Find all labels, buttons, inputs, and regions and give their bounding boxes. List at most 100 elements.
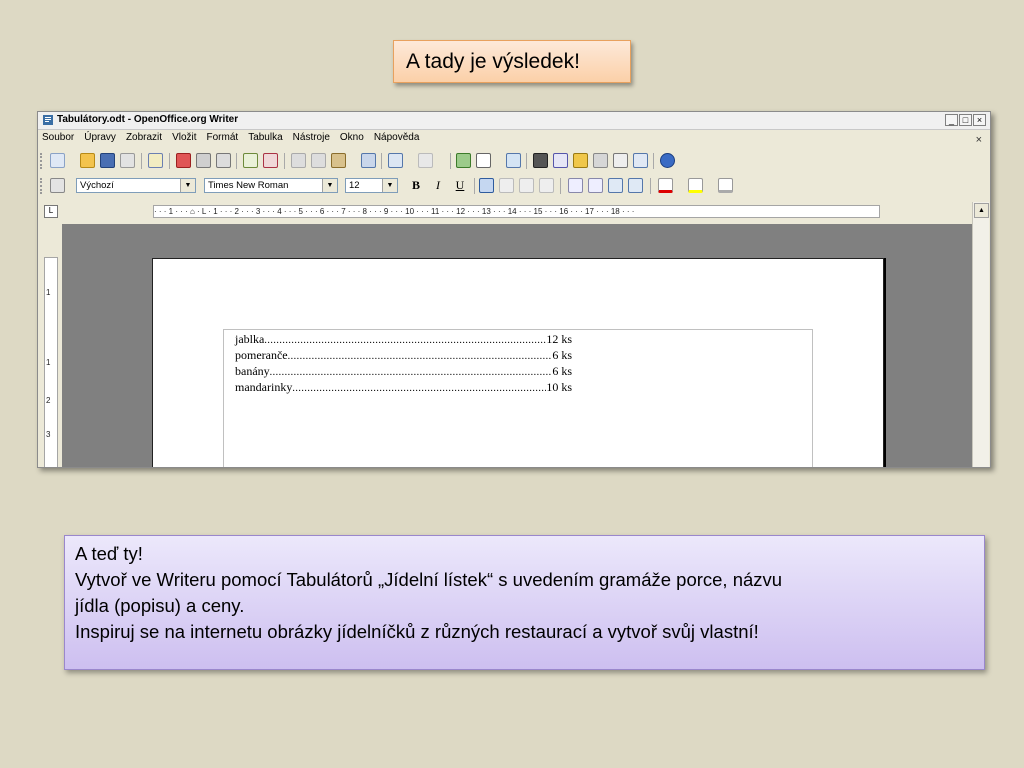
font-name-value: Times New Roman bbox=[208, 180, 289, 191]
list-item: banány 6 ks bbox=[235, 364, 572, 380]
autospellcheck-icon[interactable] bbox=[263, 153, 278, 168]
vruler-label: 1 bbox=[46, 288, 51, 297]
bold-button[interactable]: B bbox=[408, 178, 424, 193]
open-folder-icon[interactable] bbox=[80, 153, 95, 168]
vruler-label: 3 bbox=[46, 430, 51, 439]
menu-napoveda[interactable]: Nápověda bbox=[374, 132, 420, 143]
italic-button[interactable]: I bbox=[430, 178, 446, 193]
vruler-label: 1 bbox=[46, 358, 51, 367]
task-heading: A teď ty! bbox=[75, 543, 143, 564]
item-quantity: 12 ks bbox=[546, 332, 572, 346]
navigator-icon[interactable] bbox=[553, 153, 568, 168]
item-name: banány bbox=[235, 364, 270, 378]
menu-zobrazit[interactable]: Zobrazit bbox=[126, 132, 162, 143]
underline-button[interactable]: U bbox=[452, 178, 468, 193]
align-right-icon[interactable] bbox=[519, 178, 534, 193]
list-item: pomeranče 6 ks bbox=[235, 348, 572, 364]
gallery-icon[interactable] bbox=[573, 153, 588, 168]
align-left-icon[interactable] bbox=[479, 178, 494, 193]
highlighting-icon[interactable] bbox=[688, 178, 703, 193]
toolbar-grip[interactable] bbox=[40, 178, 45, 194]
show-draw-functions-icon[interactable] bbox=[506, 153, 521, 168]
task-text-line: Vytvoř ve Writeru pomocí Tabulátorů „Jíd… bbox=[75, 569, 783, 590]
export-pdf-icon[interactable] bbox=[176, 153, 191, 168]
item-name: mandarinky bbox=[235, 380, 293, 394]
scroll-up-icon[interactable]: ▲ bbox=[974, 203, 989, 218]
item-quantity: 6 ks bbox=[552, 364, 572, 378]
toolbar-grip[interactable] bbox=[40, 153, 45, 169]
openoffice-writer-icon bbox=[43, 115, 53, 125]
writer-window: Tabulátory.odt - OpenOffice.org Writer _… bbox=[37, 111, 991, 468]
task-callout: A teď ty! Vytvoř ve Writeru pomocí Tabul… bbox=[64, 535, 985, 670]
print-preview-icon[interactable] bbox=[216, 153, 231, 168]
vertical-ruler[interactable]: 1 1 2 3 bbox=[44, 257, 58, 467]
menu-nastroje[interactable]: Nástroje bbox=[293, 132, 330, 143]
menu-vlozit[interactable]: Vložit bbox=[172, 132, 196, 143]
item-name: pomeranče bbox=[235, 348, 288, 362]
align-center-icon[interactable] bbox=[499, 178, 514, 193]
table-icon[interactable] bbox=[476, 153, 491, 168]
redo-icon[interactable] bbox=[418, 153, 433, 168]
paste-icon[interactable] bbox=[331, 153, 346, 168]
copy-icon[interactable] bbox=[311, 153, 326, 168]
align-justify-icon[interactable] bbox=[539, 178, 554, 193]
text-area[interactable]: jablka 12 ks pomeranče 6 ks banány 6 ks … bbox=[223, 329, 813, 467]
help-icon[interactable] bbox=[660, 153, 675, 168]
close-button[interactable]: × bbox=[973, 114, 986, 126]
tab-leader bbox=[270, 367, 553, 378]
cut-icon[interactable] bbox=[291, 153, 306, 168]
decrease-indent-icon[interactable] bbox=[608, 178, 623, 193]
font-size-value: 12 bbox=[349, 180, 360, 191]
print-icon[interactable] bbox=[196, 153, 211, 168]
bullets-icon[interactable] bbox=[588, 178, 603, 193]
formatting-toolbar: Výchozí ▼ Times New Roman ▼ 12 ▼ B I U bbox=[38, 175, 990, 197]
save-icon[interactable] bbox=[100, 153, 115, 168]
menu-upravy[interactable]: Úpravy bbox=[84, 132, 116, 143]
document-close-icon[interactable]: × bbox=[976, 134, 982, 146]
tab-leader bbox=[292, 383, 546, 394]
task-text-line: jídla (popisu) a ceny. bbox=[75, 595, 245, 616]
maximize-button[interactable]: □ bbox=[959, 114, 972, 126]
find-replace-icon[interactable] bbox=[533, 153, 548, 168]
font-name-select[interactable]: Times New Roman ▼ bbox=[204, 178, 338, 193]
undo-icon[interactable] bbox=[388, 153, 403, 168]
vertical-scrollbar[interactable]: ▲ bbox=[972, 202, 989, 467]
menu-soubor[interactable]: Soubor bbox=[42, 132, 74, 143]
spellcheck-icon[interactable] bbox=[243, 153, 258, 168]
item-quantity: 10 ks bbox=[546, 380, 572, 394]
menu-tabulka[interactable]: Tabulka bbox=[248, 132, 282, 143]
background-color-icon[interactable] bbox=[718, 178, 733, 193]
increase-indent-icon[interactable] bbox=[628, 178, 643, 193]
edit-file-icon[interactable] bbox=[148, 153, 163, 168]
menu-format[interactable]: Formát bbox=[207, 132, 239, 143]
pilcrow-icon[interactable] bbox=[613, 153, 628, 168]
email-icon[interactable] bbox=[120, 153, 135, 168]
format-paintbrush-icon[interactable] bbox=[361, 153, 376, 168]
font-size-select[interactable]: 12 ▼ bbox=[345, 178, 398, 193]
list-item: mandarinky 10 ks bbox=[235, 380, 572, 396]
tab-type-selector[interactable]: L bbox=[44, 205, 58, 218]
title-bar: Tabulátory.odt - OpenOffice.org Writer _… bbox=[38, 112, 990, 130]
zoom-icon[interactable] bbox=[633, 153, 648, 168]
numbering-icon[interactable] bbox=[568, 178, 583, 193]
tab-leader bbox=[264, 335, 546, 346]
task-text-line: Inspiruj se na internetu obrázky jídelní… bbox=[75, 621, 759, 642]
data-sources-icon[interactable] bbox=[593, 153, 608, 168]
paragraph-style-select[interactable]: Výchozí ▼ bbox=[76, 178, 196, 193]
chevron-down-icon: ▼ bbox=[180, 179, 195, 192]
styles-formatting-icon[interactable] bbox=[50, 178, 65, 193]
result-callout: A tady je výsledek! bbox=[393, 40, 631, 83]
new-document-icon[interactable] bbox=[50, 153, 65, 168]
menu-okno[interactable]: Okno bbox=[340, 132, 364, 143]
item-quantity: 6 ks bbox=[552, 348, 572, 362]
chevron-down-icon: ▼ bbox=[382, 179, 397, 192]
document-area: jablka 12 ks pomeranče 6 ks banány 6 ks … bbox=[62, 224, 972, 467]
vruler-label: 2 bbox=[46, 396, 51, 405]
minimize-button[interactable]: _ bbox=[945, 114, 958, 126]
hyperlink-icon[interactable] bbox=[456, 153, 471, 168]
font-color-icon[interactable] bbox=[658, 178, 673, 193]
tab-leader bbox=[288, 351, 553, 362]
standard-toolbar bbox=[38, 150, 990, 172]
horizontal-ruler[interactable]: · · · 1 · · · ⌂ · L · 1 · · · 2 · · · 3 … bbox=[153, 205, 880, 218]
ruler-row: L · · · 1 · · · ⌂ · L · 1 · · · 2 · · · … bbox=[38, 200, 990, 220]
